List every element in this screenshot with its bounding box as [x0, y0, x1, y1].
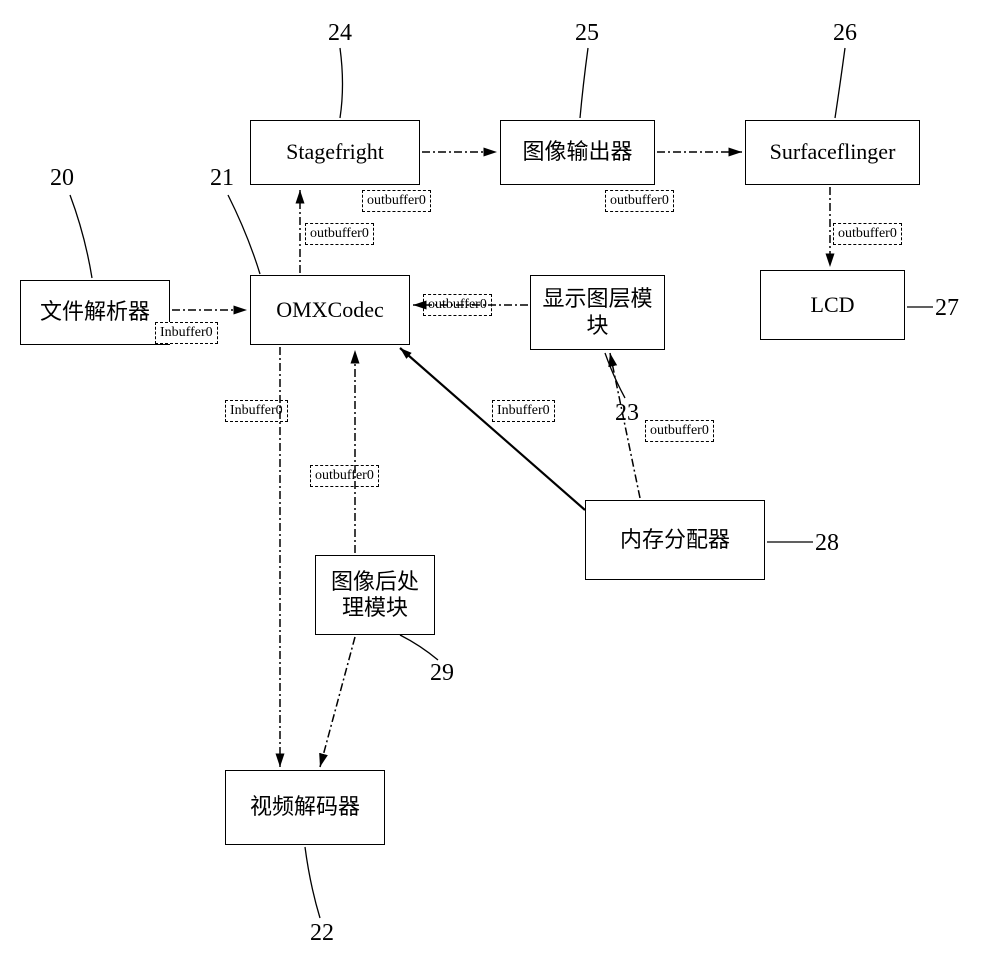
ref-27: 27 [935, 295, 959, 322]
ref-29: 29 [430, 660, 454, 687]
box-label: 内存分配器 [620, 527, 730, 553]
box-image-output: 图像输出器 [500, 120, 655, 185]
box-display-layer: 显示图层模 块 [530, 275, 665, 350]
box-omxcodec: OMXCodec [250, 275, 410, 345]
box-label: 图像后处 理模块 [331, 569, 419, 622]
box-image-post: 图像后处 理模块 [315, 555, 435, 635]
box-label: 显示图层模 块 [542, 286, 652, 339]
box-mem-allocator: 内存分配器 [585, 500, 765, 580]
buf-inbuffer0-1: Inbuffer0 [155, 322, 218, 344]
buf-inbuffer0-9: Inbuffer0 [492, 400, 555, 422]
buf-outbuffer0-4: outbuffer0 [305, 223, 374, 245]
box-surfaceflinger: Surfaceflinger [745, 120, 920, 185]
box-label: Stagefright [286, 139, 384, 165]
buf-inbuffer0-2: Inbuffer0 [225, 400, 288, 422]
box-label: OMXCodec [276, 297, 384, 323]
box-label: Surfaceflinger [770, 139, 896, 165]
box-file-parser: 文件解析器 [20, 280, 170, 345]
buf-outbuffer0-6: outbuffer0 [605, 190, 674, 212]
box-label: 文件解析器 [40, 299, 150, 325]
buf-outbuffer0-8: outbuffer0 [423, 294, 492, 316]
ref-28: 28 [815, 530, 839, 557]
buf-outbuffer0-5: outbuffer0 [362, 190, 431, 212]
buf-outbuffer0-10: outbuffer0 [645, 420, 714, 442]
ref-20: 20 [50, 165, 74, 192]
ref-26: 26 [833, 20, 857, 47]
ref-25: 25 [575, 20, 599, 47]
box-stagefright: Stagefright [250, 120, 420, 185]
box-video-decoder: 视频解码器 [225, 770, 385, 845]
ref-23: 23 [615, 400, 639, 427]
box-label: 视频解码器 [250, 794, 360, 820]
ref-22: 22 [310, 920, 334, 947]
buf-outbuffer0-3: outbuffer0 [310, 465, 379, 487]
box-lcd: LCD [760, 270, 905, 340]
ref-24: 24 [328, 20, 352, 47]
ref-21: 21 [210, 165, 234, 192]
box-label: 图像输出器 [522, 139, 632, 165]
diagram-canvas: 文件解析器 OMXCodec Stagefright 图像输出器 Surface… [0, 0, 1000, 967]
box-label: LCD [811, 292, 855, 318]
buf-outbuffer0-7: outbuffer0 [833, 223, 902, 245]
